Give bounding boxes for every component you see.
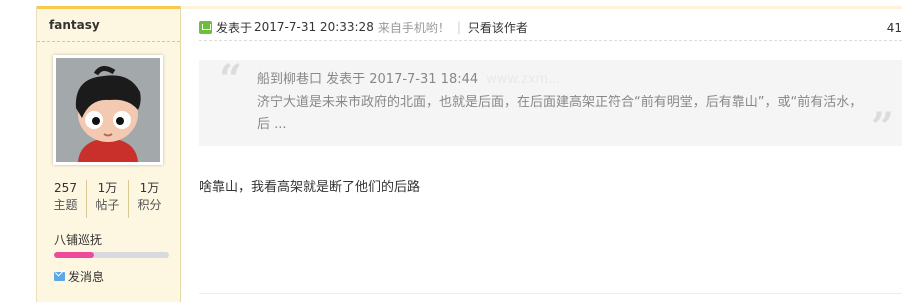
username-divider	[37, 41, 180, 42]
post-bottom-divider	[199, 293, 902, 294]
posted-date: 2017-7-31 20:33:28	[254, 20, 374, 34]
stat-posts[interactable]: 1万 帖子	[87, 180, 129, 218]
floor-number[interactable]: 41	[887, 21, 902, 35]
rank-progress-bar	[54, 252, 169, 258]
quote-body: 济宁大道是未来市政府的北面，也就是后面，在后面建高架正符合“前有明堂，后有靠山”…	[257, 95, 863, 132]
stat-topics-label: 主题	[53, 198, 78, 212]
quote-close-mark-icon: ”	[870, 104, 894, 151]
post-status-icon	[199, 20, 212, 34]
quote-open-mark-icon: “	[219, 56, 243, 103]
send-message-link[interactable]: 发消息	[54, 268, 104, 285]
avatar[interactable]	[53, 55, 163, 165]
header-separator: |	[456, 20, 461, 34]
stat-topics-value: 257	[54, 181, 77, 195]
quote-watermark: www.zxm...	[486, 72, 561, 87]
reply-text: 啥靠山，我看高架就是断了他们的后路	[199, 180, 421, 195]
author-stats: 257 主题 1万 帖子 1万 积分	[45, 180, 170, 218]
only-author-link[interactable]: 只看该作者	[468, 19, 528, 36]
post-content: 发表于 2017-7-31 20:33:28 来自手机哟！ | 只看该作者 41…	[181, 6, 902, 302]
cartoon-avatar-icon	[56, 58, 160, 162]
rank-progress-fill	[54, 252, 95, 258]
stat-topics[interactable]: 257 主题	[45, 180, 87, 218]
header-divider	[199, 40, 902, 41]
author-rank: 八铺巡抚	[54, 233, 103, 247]
mobile-source-link[interactable]: 来自手机哟！	[378, 19, 450, 36]
sidebar-top-band	[37, 6, 180, 9]
stat-posts-value: 1万	[97, 181, 118, 195]
quote-meta-text: 船到柳巷口 发表于 2017-7-31 18:44	[257, 72, 479, 87]
send-message-label: 发消息	[68, 270, 105, 284]
stat-posts-label: 帖子	[95, 198, 120, 212]
quote-block: “ 船到柳巷口 发表于 2017-7-31 18:44 www.zxm... 济宁…	[199, 56, 902, 151]
stat-points-label: 积分	[137, 198, 162, 212]
post-header: 发表于 2017-7-31 20:33:28 来自手机哟！ | 只看该作者	[199, 17, 902, 37]
stat-points-value: 1万	[139, 181, 160, 195]
author-username[interactable]: fantasy	[49, 18, 100, 32]
stat-points[interactable]: 1万 积分	[129, 180, 170, 218]
author-sidebar: fantasy 257 主题 1万 帖子 1万 积分 八铺巡抚 发消息	[36, 6, 181, 302]
quote-meta: 船到柳巷口 发表于 2017-7-31 18:44 www.zxm...	[257, 68, 561, 87]
posted-label: 发表于	[216, 20, 253, 35]
envelope-icon	[54, 272, 65, 281]
post-top-band	[181, 6, 902, 9]
